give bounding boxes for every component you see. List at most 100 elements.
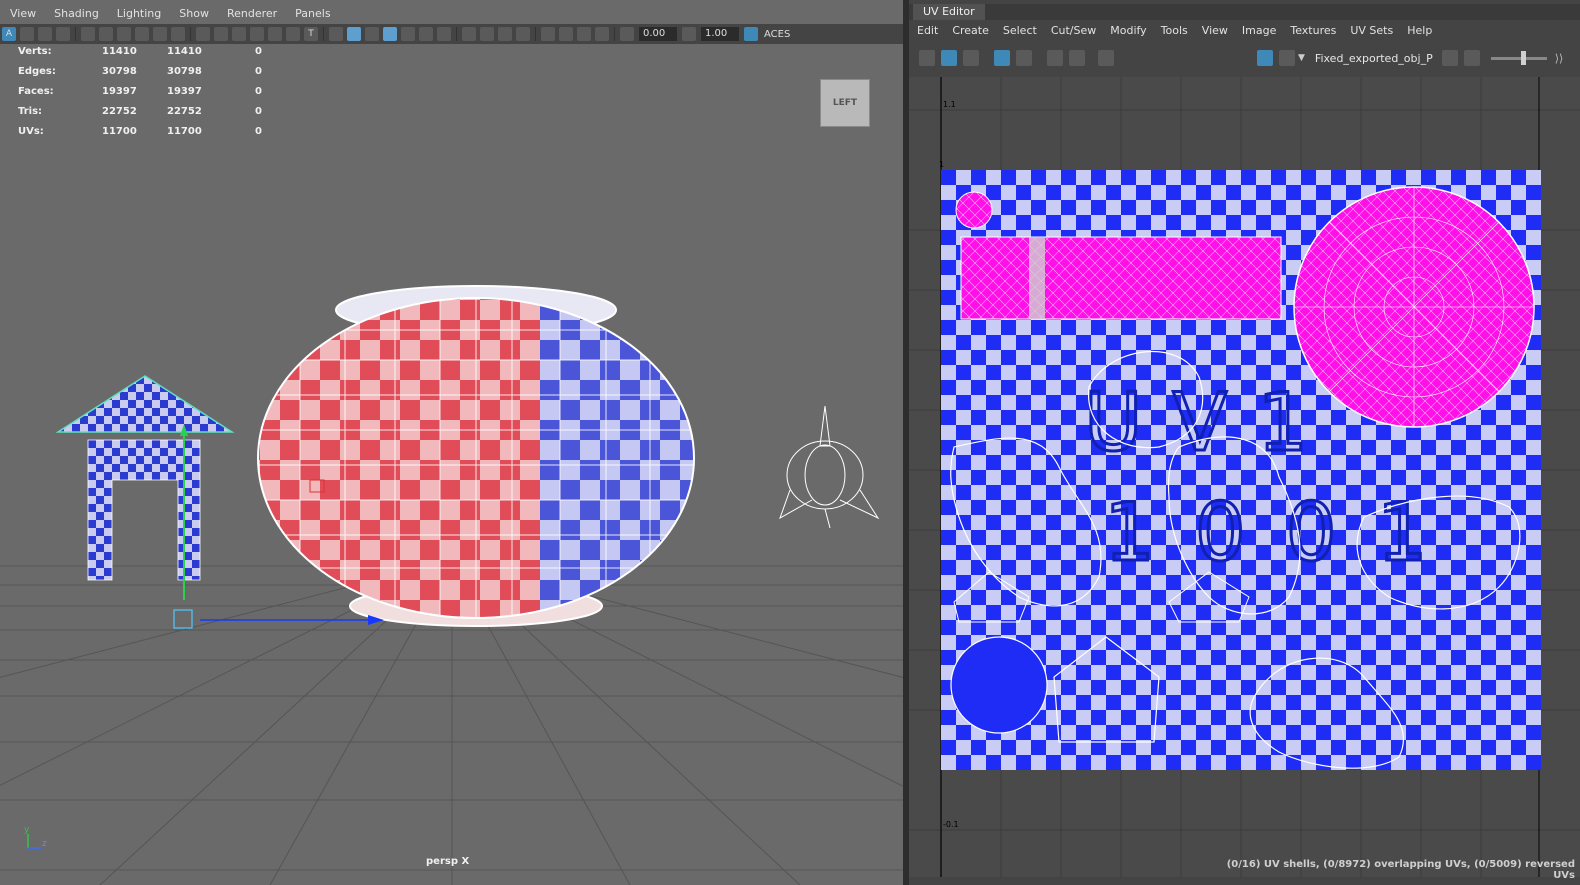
hud-row-tris: Tris: 22752 22752 0 bbox=[18, 106, 268, 126]
uv-tile-icon[interactable] bbox=[1016, 50, 1032, 66]
default-material-icon[interactable] bbox=[365, 27, 379, 41]
uv-shell-small-disc[interactable] bbox=[955, 191, 993, 229]
axis-z-label: z bbox=[42, 839, 47, 849]
snapshot-camera-icon[interactable] bbox=[1098, 50, 1114, 66]
field-chart-icon[interactable] bbox=[135, 27, 149, 41]
hud-label: Verts: bbox=[18, 46, 52, 57]
gate-mask-icon[interactable] bbox=[117, 27, 131, 41]
hud-value: 11700 bbox=[102, 126, 137, 137]
uv-texture-space[interactable]: 1.1 1 -0.1 UV1 1001 bbox=[909, 77, 1580, 877]
lights-icon[interactable] bbox=[419, 27, 433, 41]
uv-menu-edit[interactable]: Edit bbox=[909, 21, 944, 41]
menu-renderer[interactable]: Renderer bbox=[217, 5, 285, 23]
uv-shell-large-disc[interactable] bbox=[1293, 186, 1535, 428]
hud-value: 11700 bbox=[167, 126, 202, 137]
text-overlay-icon[interactable]: T bbox=[304, 27, 318, 41]
wireframe-icon[interactable] bbox=[329, 27, 343, 41]
menu-show[interactable]: Show bbox=[169, 5, 217, 23]
isolate-select-icon[interactable] bbox=[541, 27, 555, 41]
exposure-icon[interactable] bbox=[620, 27, 634, 41]
gamma-icon[interactable] bbox=[682, 27, 696, 41]
uv-menu-create[interactable]: Create bbox=[944, 21, 995, 41]
chevron-down-icon[interactable]: ▼ bbox=[1298, 53, 1305, 63]
resolution-gate-icon[interactable] bbox=[99, 27, 113, 41]
image-channel-icon[interactable] bbox=[1463, 50, 1480, 66]
image-plane-icon[interactable] bbox=[56, 27, 70, 41]
uv-shell-gap bbox=[1029, 237, 1045, 319]
exposure-field[interactable]: 0.00 bbox=[639, 27, 677, 41]
hud-label: UVs: bbox=[18, 126, 44, 137]
uv-shell-base-disc[interactable] bbox=[950, 636, 1048, 734]
move-manipulator[interactable] bbox=[173, 609, 384, 629]
gamma-field[interactable]: 1.00 bbox=[701, 27, 739, 41]
gate-icon[interactable] bbox=[250, 27, 264, 41]
menu-panels[interactable]: Panels bbox=[285, 5, 338, 23]
pen-icon[interactable] bbox=[171, 27, 185, 41]
uv-distortion-icon[interactable] bbox=[963, 50, 979, 66]
hud-value: 11410 bbox=[167, 46, 202, 57]
hud-row-edges: Edges: 30798 30798 0 bbox=[18, 66, 268, 86]
image-dim-slider[interactable] bbox=[1490, 50, 1547, 65]
pot-mesh[interactable] bbox=[250, 285, 700, 630]
checker-icon[interactable] bbox=[1279, 50, 1295, 66]
wireframe-on-shaded-icon[interactable] bbox=[383, 27, 397, 41]
smooth-shade-icon[interactable] bbox=[347, 27, 361, 41]
xray-components-icon[interactable] bbox=[595, 27, 609, 41]
uv-menu-uv-sets[interactable]: UV Sets bbox=[1342, 21, 1399, 41]
uv-menu-help[interactable]: Help bbox=[1399, 21, 1438, 41]
safe-action-icon[interactable] bbox=[153, 27, 167, 41]
shadows-icon[interactable] bbox=[437, 27, 451, 41]
texture-borders-icon[interactable] bbox=[994, 50, 1010, 66]
depth-of-field-icon[interactable] bbox=[516, 27, 530, 41]
menu-view[interactable]: View bbox=[0, 5, 44, 23]
uv-menu-cut-sew[interactable]: Cut/Sew bbox=[1043, 21, 1102, 41]
uv-menu-image[interactable]: Image bbox=[1234, 21, 1282, 41]
uv-grid-icon[interactable] bbox=[919, 50, 935, 66]
uv-shell-pot-body[interactable] bbox=[960, 236, 1282, 320]
uv-menu-view[interactable]: View bbox=[1194, 21, 1234, 41]
uv-status-line: (0/16) UV shells, (0/8972) overlapping U… bbox=[1226, 859, 1575, 881]
slider-handle[interactable] bbox=[1520, 50, 1526, 65]
resolution-icon[interactable] bbox=[232, 27, 246, 41]
textured-icon[interactable] bbox=[401, 27, 415, 41]
menu-shading[interactable]: Shading bbox=[44, 5, 107, 23]
camera-attributes-icon[interactable] bbox=[20, 27, 34, 41]
hud-value: 22752 bbox=[102, 106, 137, 117]
display-grid-icon[interactable] bbox=[1047, 50, 1063, 66]
tab-uv-editor[interactable]: UV Editor bbox=[913, 4, 985, 20]
uv-canvas[interactable]: 1.1 1 -0.1 UV1 1001 bbox=[909, 77, 1580, 877]
safe-title-icon[interactable] bbox=[286, 27, 300, 41]
hud-value: 30798 bbox=[167, 66, 202, 77]
ambient-occlusion-icon[interactable] bbox=[462, 27, 476, 41]
texture-name-dropdown[interactable]: Fixed_exported_obj_P bbox=[1315, 52, 1433, 65]
view-cube[interactable]: LEFT bbox=[820, 79, 870, 127]
display-image-icon[interactable] bbox=[1257, 50, 1273, 66]
viewport-toolbar: A T 0.00 1.00 ACES bbox=[0, 24, 903, 44]
uv-menu-select[interactable]: Select bbox=[995, 21, 1043, 41]
film-gate-icon[interactable] bbox=[81, 27, 95, 41]
uv-editor-toolbar: ▼ Fixed_exported_obj_P ⟩⟩ bbox=[909, 46, 1580, 70]
xray-icon[interactable] bbox=[559, 27, 573, 41]
color-management-icon[interactable] bbox=[744, 27, 758, 41]
perspective-viewport[interactable]: y z View Shading Lighting Show Renderer … bbox=[0, 0, 903, 885]
fish-mesh[interactable] bbox=[779, 405, 880, 529]
motion-blur-icon[interactable] bbox=[480, 27, 494, 41]
anti-aliasing-icon[interactable] bbox=[498, 27, 512, 41]
uv-editor-tabbar: UV Editor bbox=[909, 4, 1580, 20]
grid-icon[interactable] bbox=[196, 27, 210, 41]
expand-arrows-icon[interactable]: ⟩⟩ bbox=[1555, 52, 1564, 65]
film-gate-2-icon[interactable] bbox=[214, 27, 228, 41]
uv-menu-modify[interactable]: Modify bbox=[1102, 21, 1152, 41]
menu-lighting[interactable]: Lighting bbox=[107, 5, 169, 23]
uv-menu-textures[interactable]: Textures bbox=[1282, 21, 1342, 41]
hud-label: Tris: bbox=[18, 106, 43, 117]
bookmark-icon[interactable] bbox=[38, 27, 52, 41]
dim-image-icon[interactable] bbox=[1441, 50, 1458, 66]
shaded-uv-icon[interactable] bbox=[941, 50, 957, 66]
select-camera-icon[interactable]: A bbox=[2, 27, 16, 41]
uv-menu-tools[interactable]: Tools bbox=[1153, 21, 1194, 41]
field-icon[interactable] bbox=[268, 27, 282, 41]
color-space-label[interactable]: ACES bbox=[764, 29, 790, 40]
pixel-snap-icon[interactable] bbox=[1069, 50, 1085, 66]
xray-joints-icon[interactable] bbox=[577, 27, 591, 41]
